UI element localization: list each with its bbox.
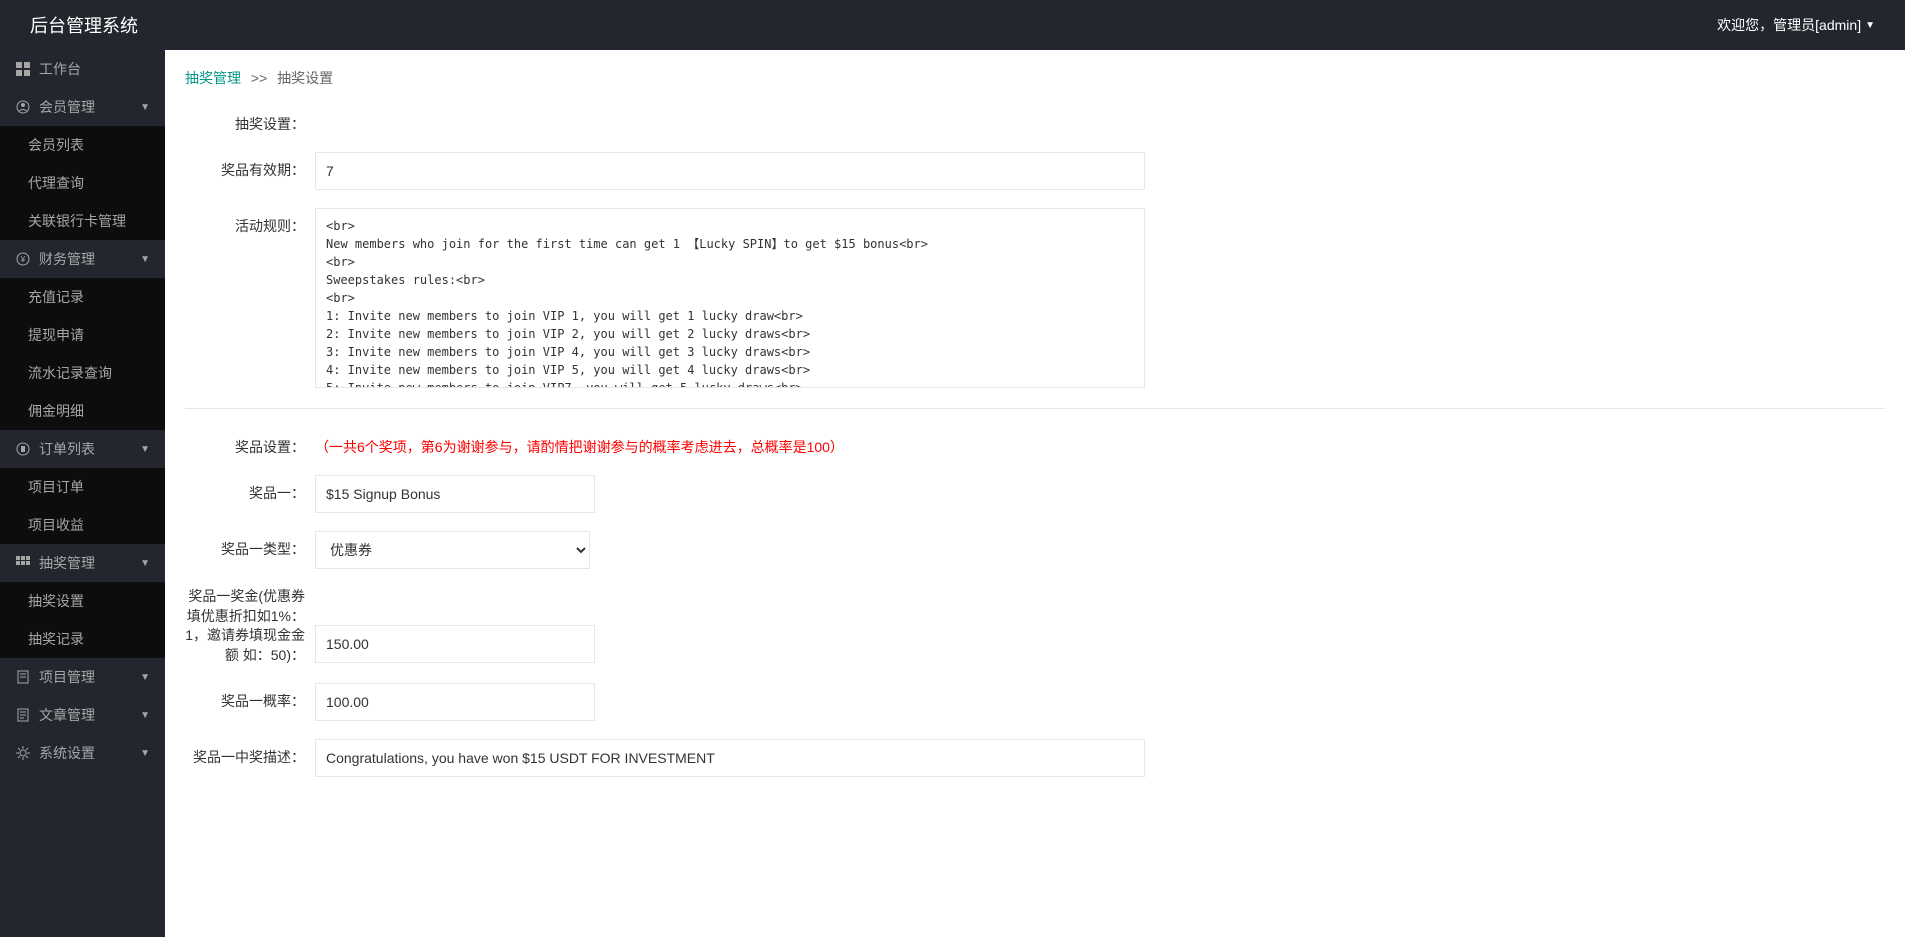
sidebar-item-finance-mgmt[interactable]: ¥ 财务管理 ▼ <box>0 240 165 278</box>
prize1-label: 奖品一： <box>185 475 315 503</box>
prize1-amount-label: 奖品一奖金(优惠券填优惠折扣如1%：1，邀请券填现金金额 如：50)： <box>185 587 315 665</box>
prize1-amount-input[interactable] <box>315 625 595 663</box>
chevron-down-icon: ▼ <box>140 748 150 759</box>
sidebar-label: 项目管理 <box>39 667 95 687</box>
sidebar-item-lottery-settings[interactable]: 抽奖设置 <box>0 582 165 620</box>
prize1-desc-input[interactable] <box>315 739 1145 777</box>
sidebar-label: 工作台 <box>39 59 81 79</box>
section-lottery-settings-label: 抽奖设置： <box>185 106 315 134</box>
sidebar-item-commission[interactable]: 佣金明细 <box>0 392 165 430</box>
sidebar-item-recharge[interactable]: 充值记录 <box>0 278 165 316</box>
breadcrumb-sep: >> <box>251 70 267 86</box>
validity-label: 奖品有效期： <box>185 152 315 180</box>
welcome-text: 欢迎您，管理员[admin] <box>1717 15 1861 35</box>
chevron-down-icon: ▼ <box>1865 20 1875 31</box>
sidebar-item-article-mgmt[interactable]: 文章管理 ▼ <box>0 696 165 734</box>
article-icon <box>15 708 31 722</box>
chevron-down-icon: ▼ <box>140 558 150 569</box>
breadcrumb: 抽奖管理 >> 抽奖设置 <box>165 50 1905 106</box>
section-prize-settings-label: 奖品设置： <box>185 429 315 457</box>
document-icon <box>15 670 31 684</box>
validity-input[interactable] <box>315 152 1145 190</box>
prize1-prob-label: 奖品一概率： <box>185 683 315 711</box>
rules-textarea[interactable]: <br> New members who join for the first … <box>315 208 1145 388</box>
breadcrumb-parent[interactable]: 抽奖管理 <box>185 70 241 86</box>
finance-icon: ¥ <box>15 252 31 266</box>
sidebar-label: 订单列表 <box>39 439 95 459</box>
sidebar-item-member-mgmt[interactable]: 会员管理 ▼ <box>0 88 165 126</box>
prize1-type-select[interactable]: 优惠券 <box>315 531 590 569</box>
grid-icon <box>15 556 31 570</box>
sidebar-item-system-settings[interactable]: 系统设置 ▼ <box>0 734 165 772</box>
sidebar-item-flow[interactable]: 流水记录查询 <box>0 354 165 392</box>
chevron-down-icon: ▼ <box>140 444 150 455</box>
sidebar-item-bank-card[interactable]: 关联银行卡管理 <box>0 202 165 240</box>
sidebar-label: 会员管理 <box>39 97 95 117</box>
user-menu[interactable]: 欢迎您，管理员[admin] ▼ <box>1717 15 1875 35</box>
sidebar-item-agent-query[interactable]: 代理查询 <box>0 164 165 202</box>
prize1-type-label: 奖品一类型： <box>185 531 315 559</box>
main-content: 抽奖管理 >> 抽奖设置 抽奖设置： 奖品有效期： 活动规则： <br> New… <box>165 50 1905 937</box>
prize1-prob-input[interactable] <box>315 683 595 721</box>
dashboard-icon <box>15 62 31 76</box>
sidebar-item-project-order[interactable]: 项目订单 <box>0 468 165 506</box>
sidebar-item-order-list[interactable]: 订单列表 ▼ <box>0 430 165 468</box>
sidebar-item-member-list[interactable]: 会员列表 <box>0 126 165 164</box>
gear-icon <box>15 746 31 760</box>
svg-text:¥: ¥ <box>20 255 26 264</box>
sidebar-label: 抽奖管理 <box>39 553 95 573</box>
sidebar-item-lottery-mgmt[interactable]: 抽奖管理 ▼ <box>0 544 165 582</box>
sidebar-label: 系统设置 <box>39 743 95 763</box>
breadcrumb-current: 抽奖设置 <box>277 70 333 86</box>
chevron-down-icon: ▼ <box>140 710 150 721</box>
sidebar-item-lottery-records[interactable]: 抽奖记录 <box>0 620 165 658</box>
user-icon <box>15 100 31 114</box>
app-title: 后台管理系统 <box>30 12 138 38</box>
sidebar-item-withdraw[interactable]: 提现申请 <box>0 316 165 354</box>
sidebar-item-workbench[interactable]: 工作台 <box>0 50 165 88</box>
header: 后台管理系统 欢迎您，管理员[admin] ▼ <box>0 0 1905 50</box>
order-icon <box>15 442 31 456</box>
sidebar-label: 财务管理 <box>39 249 95 269</box>
sidebar: 工作台 会员管理 ▼ 会员列表 代理查询 关联银行卡管理 ¥ 财务管理 ▼ 充值… <box>0 50 165 937</box>
chevron-down-icon: ▼ <box>140 672 150 683</box>
rules-label: 活动规则： <box>185 208 315 236</box>
prize-settings-hint: （一共6个奖项，第6为谢谢参与，请酌情把谢谢参与的概率考虑进去，总概率是100） <box>315 429 844 457</box>
chevron-down-icon: ▼ <box>140 254 150 265</box>
sidebar-label: 文章管理 <box>39 705 95 725</box>
chevron-down-icon: ▼ <box>140 102 150 113</box>
prize1-desc-label: 奖品一中奖描述： <box>185 739 315 767</box>
form: 抽奖设置： 奖品有效期： 活动规则： <br> New members who … <box>165 106 1905 835</box>
sidebar-item-project-income[interactable]: 项目收益 <box>0 506 165 544</box>
sidebar-item-project-mgmt[interactable]: 项目管理 ▼ <box>0 658 165 696</box>
prize1-input[interactable] <box>315 475 595 513</box>
divider <box>185 408 1885 409</box>
